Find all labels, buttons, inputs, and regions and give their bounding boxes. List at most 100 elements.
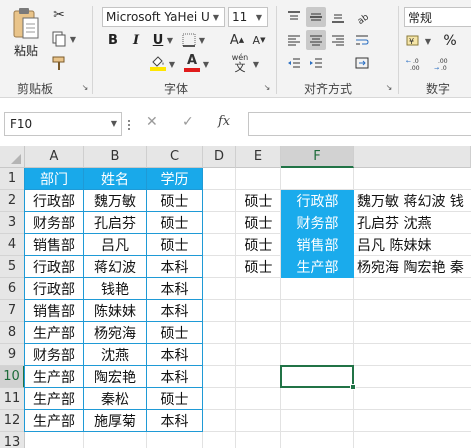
table-cell[interactable]: 生产部	[25, 410, 84, 432]
column-header-c[interactable]: C	[147, 146, 203, 168]
align-top-button[interactable]	[284, 7, 304, 27]
decrease-indent-button[interactable]	[284, 53, 304, 73]
table-cell[interactable]: 生产部	[25, 388, 84, 410]
table-cell[interactable]: 行政部	[25, 278, 84, 300]
table-cell[interactable]: 沈燕	[84, 344, 147, 366]
table-cell[interactable]: 硕士	[147, 234, 203, 256]
table-cell[interactable]: 吕凡	[84, 234, 147, 256]
worksheet-grid[interactable]: ABCDEF 1 2 3 4 5 6 7 8 9 10 11 12 13 部门 姓名 学历 行政部 魏万敏 硕士财…	[0, 146, 471, 448]
align-middle-button[interactable]	[306, 7, 326, 27]
cancel-icon[interactable]: ✕	[146, 114, 158, 130]
underline-chevron-down-icon[interactable]: ▼	[166, 36, 174, 45]
font-launcher-icon[interactable]: ↘	[262, 82, 272, 92]
font-color-chevron-down-icon[interactable]: ▼	[202, 60, 210, 69]
copy-icon[interactable]	[50, 30, 68, 48]
row-header-4[interactable]: 4	[0, 234, 25, 256]
format-painter-icon[interactable]	[50, 54, 68, 72]
row-header-10[interactable]: 10	[0, 366, 25, 388]
increase-font-size-icon[interactable]: A ▲	[228, 31, 246, 49]
table-cell[interactable]: 硕士	[147, 190, 203, 212]
font-size-select[interactable]: 11 ▼	[228, 7, 268, 27]
result-education-cell[interactable]: 硕士	[236, 256, 281, 278]
orientation-button[interactable]: ab	[352, 7, 372, 27]
table-header-cell[interactable]: 姓名	[84, 168, 147, 190]
table-cell[interactable]: 孔启芬	[84, 212, 147, 234]
table-cell[interactable]: 陈妹妹	[84, 300, 147, 322]
row-header-9[interactable]: 9	[0, 344, 25, 366]
font-name-select[interactable]: Microsoft YaHei UI ▼	[102, 7, 225, 27]
borders-icon[interactable]	[180, 31, 198, 49]
wrap-text-button[interactable]	[352, 30, 372, 50]
table-header-cell[interactable]: 部门	[25, 168, 84, 190]
table-cell[interactable]: 行政部	[25, 256, 84, 278]
table-cell[interactable]: 财务部	[25, 212, 84, 234]
bold-button[interactable]: B	[104, 30, 122, 50]
number-format-select[interactable]: 常规	[404, 7, 471, 27]
enter-check-icon[interactable]: ✓	[182, 114, 194, 130]
table-cell[interactable]: 本科	[147, 344, 203, 366]
name-box[interactable]: F10 ▼	[4, 112, 122, 136]
table-cell[interactable]: 本科	[147, 300, 203, 322]
decrease-decimal-button[interactable]: .00 → .0	[432, 54, 456, 74]
phonetic-chevron-down-icon[interactable]: ▼	[252, 60, 260, 69]
row-header-3[interactable]: 3	[0, 212, 25, 234]
table-cell[interactable]: 魏万敏	[84, 190, 147, 212]
row-header-6[interactable]: 6	[0, 278, 25, 300]
column-header-b[interactable]: B	[84, 146, 147, 168]
align-center-button[interactable]	[306, 30, 326, 50]
percent-button[interactable]: %	[440, 31, 460, 51]
result-names-cell[interactable]: 吕凡 陈妹妹	[354, 234, 471, 256]
table-cell[interactable]: 销售部	[25, 234, 84, 256]
row-header-12[interactable]: 12	[0, 410, 25, 432]
accounting-chevron-down-icon[interactable]: ▼	[424, 37, 432, 46]
column-header-d[interactable]: D	[203, 146, 236, 168]
cut-icon[interactable]: ✂	[50, 6, 68, 24]
table-cell[interactable]: 生产部	[25, 366, 84, 388]
result-department-cell[interactable]: 生产部	[281, 256, 354, 278]
row-header-7[interactable]: 7	[0, 300, 25, 322]
underline-button[interactable]: U	[150, 30, 166, 50]
formula-input[interactable]	[248, 112, 471, 136]
row-header-5[interactable]: 5	[0, 256, 25, 278]
table-cell[interactable]: 本科	[147, 366, 203, 388]
column-header-f[interactable]: F	[281, 146, 354, 168]
row-header-2[interactable]: 2	[0, 190, 25, 212]
fill-handle[interactable]	[350, 384, 356, 390]
formula-bar-grip-icon[interactable]	[127, 118, 131, 132]
table-cell[interactable]: 本科	[147, 410, 203, 432]
paste-button[interactable]: 粘贴	[6, 4, 46, 62]
increase-decimal-button[interactable]: ← .0.00	[404, 54, 428, 74]
fill-color-chevron-down-icon[interactable]: ▼	[168, 60, 176, 69]
column-header[interactable]	[354, 146, 471, 168]
active-cell-selection[interactable]	[280, 365, 354, 388]
column-header-e[interactable]: E	[236, 146, 281, 168]
column-header-a[interactable]: A	[25, 146, 84, 168]
clipboard-launcher-icon[interactable]: ↘	[80, 82, 90, 92]
alignment-launcher-icon[interactable]: ↘	[384, 82, 394, 92]
table-cell[interactable]: 蒋幻波	[84, 256, 147, 278]
row-header-1[interactable]: 1	[0, 168, 25, 190]
table-cell[interactable]: 本科	[147, 256, 203, 278]
result-education-cell[interactable]: 硕士	[236, 234, 281, 256]
table-cell[interactable]: 生产部	[25, 322, 84, 344]
table-cell[interactable]: 杨宛海	[84, 322, 147, 344]
result-names-cell[interactable]: 孔启芬 沈燕	[354, 212, 471, 234]
row-header-8[interactable]: 8	[0, 322, 25, 344]
result-department-cell[interactable]: 财务部	[281, 212, 354, 234]
phonetic-guide-icon[interactable]: wén 文	[229, 52, 251, 74]
decrease-font-size-icon[interactable]: A ▼	[250, 31, 268, 49]
select-all-button[interactable]	[0, 146, 25, 168]
table-cell[interactable]: 财务部	[25, 344, 84, 366]
table-cell[interactable]: 硕士	[147, 388, 203, 410]
insert-function-icon[interactable]: fx	[218, 114, 230, 129]
fill-color-icon[interactable]	[149, 53, 167, 73]
result-department-cell[interactable]: 行政部	[281, 190, 354, 212]
result-education-cell[interactable]: 硕士	[236, 190, 281, 212]
table-cell[interactable]: 钱艳	[84, 278, 147, 300]
row-header-11[interactable]: 11	[0, 388, 25, 410]
copy-dropdown-chevron-icon[interactable]: ▼	[68, 34, 78, 44]
merge-center-button[interactable]	[352, 53, 372, 73]
result-education-cell[interactable]: 硕士	[236, 212, 281, 234]
row-header-13[interactable]: 13	[0, 432, 25, 448]
table-cell[interactable]: 行政部	[25, 190, 84, 212]
